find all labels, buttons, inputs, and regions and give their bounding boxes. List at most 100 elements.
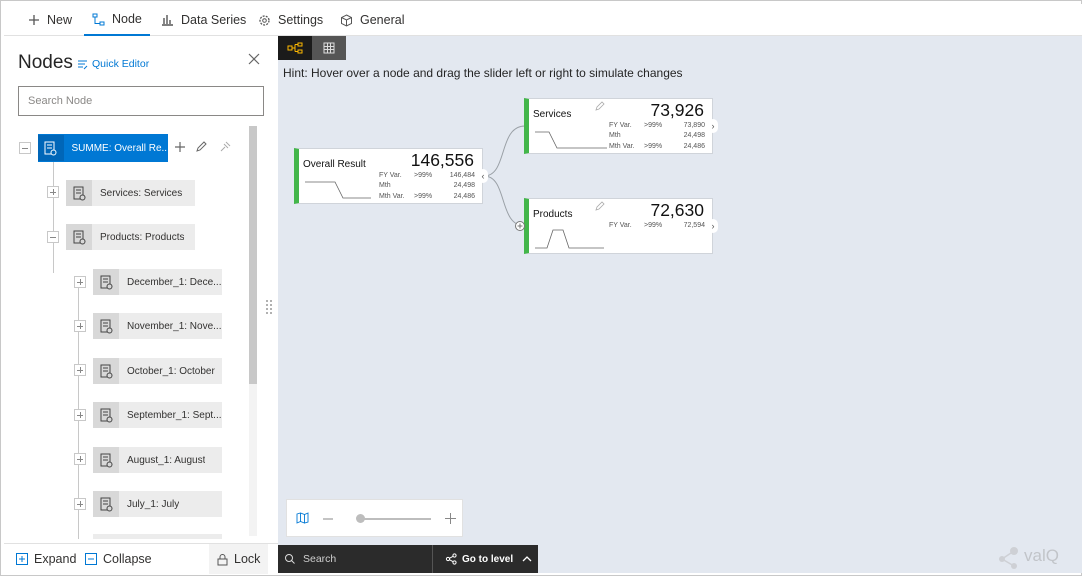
metric-label: Mth — [609, 132, 621, 139]
table-view-icon — [323, 42, 335, 54]
lock-label: Lock — [234, 552, 261, 566]
search-node-input[interactable] — [18, 86, 264, 116]
metric-label: FY Var. — [609, 222, 632, 229]
metric-label: FY Var. — [609, 122, 632, 129]
metric-value: 72,594 — [683, 222, 705, 229]
zoom-slider-track[interactable] — [361, 518, 431, 520]
metric-label: Mth — [379, 182, 391, 189]
go-to-level-label: Go to level — [462, 553, 514, 565]
expand-button[interactable] — [74, 453, 86, 465]
collapse-all-button[interactable]: Collapse — [85, 544, 152, 574]
tab-settings-label: Settings — [278, 13, 324, 27]
close-icon[interactable] — [247, 52, 261, 66]
collapse-button[interactable] — [47, 231, 59, 243]
cube-icon — [340, 13, 353, 27]
tree-node-december[interactable]: December_1: Dece... — [93, 269, 222, 295]
table-view-button[interactable] — [312, 36, 346, 60]
tree-view-button[interactable] — [278, 36, 312, 60]
expand-all-button[interactable]: Expand — [16, 544, 76, 574]
quick-editor-icon — [77, 59, 88, 70]
tree-node-october[interactable]: October_1: October — [93, 358, 222, 384]
tree-node-july[interactable]: July_1: July — [93, 491, 222, 517]
metric-label: FY Var. — [379, 172, 402, 179]
collapse-icon — [85, 553, 97, 565]
pencil-icon[interactable] — [595, 201, 605, 211]
panel-title: Nodes — [18, 52, 73, 73]
collapse-label: Collapse — [103, 552, 152, 566]
tab-settings[interactable]: Settings — [258, 4, 323, 36]
pencil-icon[interactable] — [595, 101, 605, 111]
tab-new-label: New — [47, 13, 73, 27]
tab-new[interactable]: New — [28, 4, 72, 36]
zoom-slider-thumb[interactable] — [356, 514, 365, 523]
quick-editor-link[interactable]: Quick Editor — [77, 58, 149, 70]
node-doc-icon — [66, 224, 92, 250]
view-toggle — [278, 36, 346, 60]
tree-node-root[interactable]: SUMME: Overall Re... — [38, 134, 168, 162]
pin-icon[interactable] — [219, 140, 231, 158]
tree-scrollbar-thumb[interactable] — [249, 126, 257, 384]
sparkline — [535, 229, 604, 249]
search-icon — [285, 554, 295, 564]
node-value: 146,556 — [410, 150, 474, 170]
tree-node-services[interactable]: Services: Services — [66, 180, 195, 206]
tree-line — [53, 159, 54, 273]
edit-icon[interactable] — [195, 140, 207, 158]
go-to-level-button[interactable]: Go to level — [432, 545, 532, 573]
node-card-services[interactable]: Services 73,926 FY Var. >99% 73,890 Mth … — [524, 98, 718, 154]
tree-node-label: July_1: July — [127, 498, 180, 510]
sparkline — [305, 181, 371, 199]
collapse-children-chevron-icon[interactable]: ‹ — [478, 169, 488, 183]
tab-data-series[interactable]: Data Series — [161, 4, 246, 36]
expand-button[interactable] — [47, 186, 59, 198]
expand-button[interactable] — [74, 320, 86, 332]
tree-node-products[interactable]: Products: Products — [66, 224, 195, 250]
metric-value: 24,486 — [453, 193, 475, 200]
tree-node-september[interactable]: September_1: Sept... — [93, 402, 222, 428]
node-card-overall[interactable]: Overall Result 146,556 FY Var. >99% 146,… — [294, 148, 488, 204]
tree-view-icon — [287, 42, 303, 54]
expand-children-chevron-icon[interactable]: › — [708, 219, 718, 233]
node-doc-icon — [93, 447, 119, 473]
add-child-icon[interactable] — [514, 220, 526, 232]
hint-text: Hint: Hover over a node and drag the sli… — [283, 66, 683, 80]
metric-pct: >99% — [414, 172, 433, 179]
expand-button[interactable] — [74, 409, 86, 421]
tab-general-label: General — [360, 13, 405, 27]
tree-canvas[interactable]: Hint: Hover over a node and drag the sli… — [278, 36, 1082, 573]
add-node-icon[interactable] — [174, 140, 186, 158]
sparkline — [535, 131, 607, 149]
tree-node-label: October_1: October — [127, 365, 215, 377]
node-name: Overall Result — [303, 159, 366, 170]
expand-button[interactable] — [74, 364, 86, 376]
lock-button[interactable]: Lock — [209, 544, 269, 574]
canvas-search-bar: Search Go to level — [278, 545, 538, 573]
tree-node-november[interactable]: November_1: Nove... — [93, 313, 222, 339]
panel-resize-handle[interactable] — [265, 299, 273, 315]
metric-value: 24,498 — [453, 182, 475, 189]
map-icon[interactable] — [296, 512, 309, 524]
node-tree: SUMME: Overall Re... Services: Services — [4, 124, 252, 539]
metric-pct: >99% — [414, 193, 433, 200]
collapse-button[interactable] — [19, 142, 31, 154]
tab-node[interactable]: Node — [84, 4, 150, 36]
tree-node-label: September_1: Sept... — [127, 409, 222, 421]
expand-button[interactable] — [74, 276, 86, 288]
expand-children-chevron-icon[interactable]: › — [708, 119, 718, 133]
hierarchy-icon — [445, 553, 457, 565]
zoom-out-icon[interactable] — [323, 517, 333, 521]
lock-icon — [217, 553, 228, 565]
tab-node-label: Node — [112, 12, 142, 26]
zoom-in-icon[interactable] — [445, 513, 456, 524]
node-value: 73,926 — [650, 100, 704, 120]
expand-button[interactable] — [74, 498, 86, 510]
canvas-search-input[interactable]: Search — [303, 553, 336, 565]
tree-node-august[interactable]: August_1: August — [93, 447, 222, 473]
node-value: 72,630 — [650, 200, 704, 220]
bar-chart-icon — [161, 14, 174, 26]
node-doc-icon — [93, 491, 119, 517]
node-card-products[interactable]: Products 72,630 FY Var. >99% 72,594 › — [524, 198, 718, 254]
top-toolbar: New Node Data Series Settings General — [4, 4, 1082, 36]
tree-node-label: Services: Services — [100, 187, 183, 199]
tab-general[interactable]: General — [340, 4, 404, 36]
